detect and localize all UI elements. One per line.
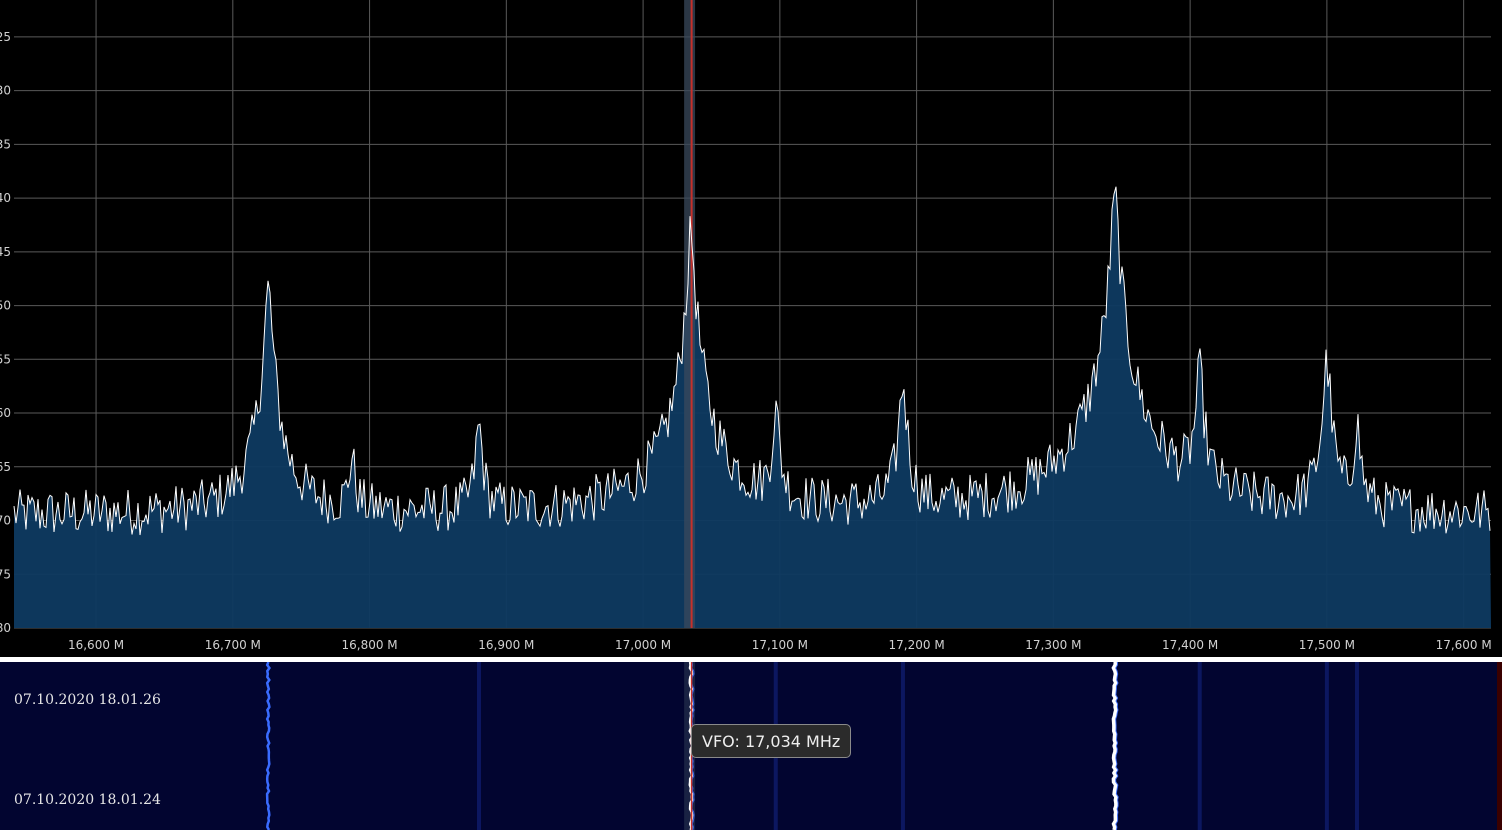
frequency-tick-label: 17,300 M <box>1025 638 1081 652</box>
frequency-tick-label: 16,900 M <box>478 638 534 652</box>
spectrum-display[interactable]: 25 30 35 40 45 50 55 60 65 70 75 80 16,600 M 16,700 … <box>0 0 1502 657</box>
power-tick-label: 25 <box>0 30 11 44</box>
frequency-tick-label: 17,600 M <box>1436 638 1492 652</box>
waterfall-edge <box>1497 662 1502 830</box>
frequency-tick-label: 17,500 M <box>1299 638 1355 652</box>
frequency-tick-label: 16,600 M <box>68 638 124 652</box>
power-tick-label: 45 <box>0 245 11 259</box>
frequency-tick-label: 16,800 M <box>341 638 397 652</box>
power-tick-label: 60 <box>0 406 11 420</box>
frequency-tick-label: 16,700 M <box>205 638 261 652</box>
spectrum-fill-area <box>14 186 1491 628</box>
waterfall-display[interactable]: 07.10.2020 18.01.26 07.10.2020 18.01.24 … <box>0 662 1502 830</box>
power-tick-label: 55 <box>0 352 11 366</box>
waterfall-signal-trace <box>265 662 271 830</box>
waterfall-faint-signal <box>900 662 905 830</box>
waterfall-faint-signal <box>1324 662 1329 830</box>
power-tick-label: 75 <box>0 567 11 581</box>
frequency-axis-labels[interactable]: 16,600 M 16,700 M 16,800 M 16,900 M 17,000 M… <box>68 638 1492 652</box>
waterfall-timestamp: 07.10.2020 18.01.26 <box>14 692 161 708</box>
waterfall-faint-signal <box>1354 662 1359 830</box>
frequency-tick-label: 17,000 M <box>615 638 671 652</box>
vfo-tooltip: VFO: 17,034 MHz <box>691 724 852 758</box>
frequency-tick-label: 17,200 M <box>889 638 945 652</box>
power-tick-label: 30 <box>0 84 11 98</box>
power-tick-label: 35 <box>0 137 11 151</box>
power-tick-label: 50 <box>0 299 11 313</box>
frequency-tick-label: 17,100 M <box>752 638 808 652</box>
waterfall-faint-signal <box>1197 662 1202 830</box>
power-tick-label: 80 <box>0 621 11 635</box>
waterfall-faint-signal <box>476 662 481 830</box>
power-tick-label: 70 <box>0 514 11 528</box>
power-tick-label: 65 <box>0 460 11 474</box>
waterfall-signal-trace <box>1111 662 1119 830</box>
waterfall-timestamp: 07.10.2020 18.01.24 <box>14 792 161 808</box>
power-axis-labels: 25 30 35 40 45 50 55 60 65 70 75 80 <box>0 30 11 635</box>
power-tick-label: 40 <box>0 191 11 205</box>
frequency-tick-label: 17,400 M <box>1162 638 1218 652</box>
